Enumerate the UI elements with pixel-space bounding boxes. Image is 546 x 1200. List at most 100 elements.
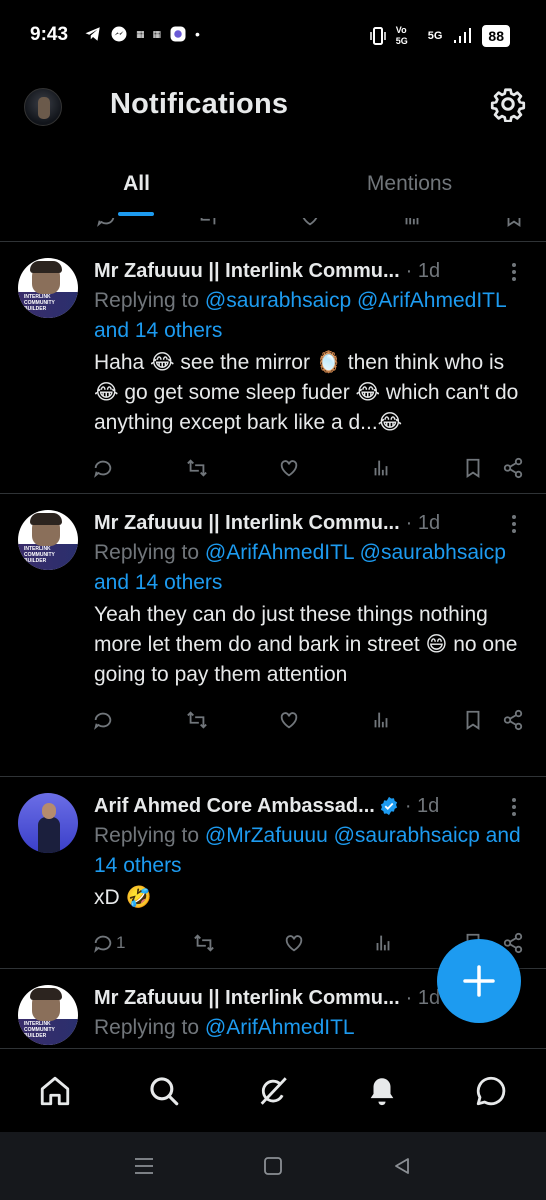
replying-to-prefix: Replying to (94, 1016, 205, 1039)
bookmark-button[interactable] (462, 457, 484, 479)
nav-search[interactable] (142, 1069, 186, 1113)
back-button[interactable] (390, 1154, 414, 1178)
avatar-badge-text: INTERLINK COMMUNITY BUILDER (24, 294, 55, 312)
tab-all[interactable]: All (0, 150, 273, 218)
views-icon (374, 460, 388, 476)
bookmark-icon (466, 458, 480, 478)
replying-to: Replying to @saurabhsaicp @ArifAhmedITL … (94, 286, 530, 346)
compose-button[interactable] (437, 939, 521, 1023)
notification-tabs: All Mentions (0, 150, 546, 218)
repost-button[interactable] (186, 709, 208, 731)
avatar-badge-text: INTERLINK COMMUNITY BUILDER (24, 546, 55, 564)
like-button[interactable] (278, 457, 300, 479)
reply-button[interactable]: 1 (92, 932, 125, 954)
chat-icon (477, 1076, 506, 1105)
news-app-icon: ▦ (136, 28, 145, 39)
reply-button[interactable] (92, 457, 116, 479)
menu-icon (135, 1158, 154, 1174)
nav-home[interactable] (33, 1069, 77, 1113)
reply-mentions[interactable]: @ArifAhmedITL (205, 1016, 355, 1039)
views-icon (376, 935, 390, 951)
repost-button[interactable] (186, 457, 208, 479)
status-system-icons: Vo 5G 5G 88 (369, 25, 510, 47)
bottom-navigation (0, 1048, 546, 1132)
reply-others[interactable]: and 14 others (94, 319, 222, 342)
share-button[interactable] (502, 457, 524, 479)
avatar[interactable] (18, 793, 78, 853)
reply-mentions[interactable]: @ArifAhmedITL @saurabhsaicp (205, 541, 506, 564)
like-button[interactable] (283, 932, 305, 954)
heart-icon (280, 712, 298, 729)
repost-icon (187, 711, 207, 729)
author-name[interactable]: Arif Ahmed Core Ambassad... (94, 795, 375, 818)
notifications-feed[interactable]: INTERLINK COMMUNITY BUILDER Mr Zafuuuu |… (0, 218, 546, 1048)
author-name[interactable]: Mr Zafuuuu || Interlink Commu... (94, 512, 400, 535)
like-icon[interactable] (299, 218, 321, 228)
signal-icon (454, 28, 472, 43)
notification-post[interactable]: INTERLINK COMMUNITY BUILDER Mr Zafuuuu |… (0, 242, 546, 494)
telegram-icon (85, 27, 100, 41)
reply-icon[interactable] (95, 218, 117, 228)
replying-to: Replying to @ArifAhmedITL @saurabhsaicp … (94, 538, 530, 598)
gear-icon[interactable] (490, 86, 526, 122)
reply-mentions[interactable]: @MrZafuuuu @saurabhsaicp (205, 824, 480, 847)
like-button[interactable] (278, 709, 300, 731)
active-tab-indicator (118, 212, 154, 216)
post-actions (92, 438, 524, 498)
bookmark-button[interactable] (462, 709, 484, 731)
post-header: Mr Zafuuuu || Interlink Commu... · 1d (94, 256, 530, 286)
bookmark-icon[interactable] (503, 218, 525, 228)
vibrate-icon (369, 27, 386, 45)
reply-button[interactable] (92, 709, 116, 731)
recent-apps-button[interactable] (132, 1154, 156, 1178)
author-name[interactable]: Mr Zafuuuu || Interlink Commu... (94, 987, 400, 1010)
repost-icon[interactable] (197, 218, 219, 228)
volte-indicator: Vo 5G (395, 25, 408, 46)
square-icon (264, 1157, 282, 1175)
more-options-icon[interactable] (504, 260, 524, 284)
post-text: Haha 😂 see the mirror 🪞 then think who i… (94, 351, 519, 434)
repost-button[interactable] (193, 932, 215, 954)
share-button[interactable] (502, 709, 524, 731)
views-icon[interactable] (401, 218, 423, 228)
status-time: 9:43 (30, 24, 69, 45)
views-button[interactable] (370, 457, 392, 479)
more-notifications-dot: • (195, 26, 200, 42)
avatar[interactable]: INTERLINK COMMUNITY BUILDER (18, 258, 78, 318)
grok-icon (260, 1076, 287, 1105)
author-name[interactable]: Mr Zafuuuu || Interlink Commu... (94, 260, 400, 283)
tab-all-label: All (123, 172, 150, 195)
reply-icon (94, 712, 112, 730)
nav-messages[interactable] (469, 1069, 513, 1113)
home-button[interactable] (261, 1154, 285, 1178)
profile-avatar[interactable] (24, 88, 62, 126)
repost-icon (187, 459, 207, 477)
more-options-icon[interactable] (504, 512, 524, 536)
nav-notifications[interactable] (360, 1069, 404, 1113)
previous-post-actions (0, 218, 546, 242)
app-icon (170, 26, 186, 42)
nav-grok[interactable] (251, 1069, 295, 1113)
reply-others[interactable]: and 14 others (94, 571, 222, 594)
views-button[interactable] (372, 932, 394, 954)
replying-to-prefix: Replying to (94, 824, 205, 847)
avatar[interactable]: INTERLINK COMMUNITY BUILDER (18, 510, 78, 570)
tab-mentions-label: Mentions (366, 172, 453, 195)
replying-to: Replying to @MrZafuuuu @saurabhsaicp and… (94, 821, 530, 881)
top-header: Notifications (0, 72, 546, 142)
tab-mentions[interactable]: Mentions (273, 150, 546, 218)
views-button[interactable] (370, 709, 392, 731)
back-triangle-icon (394, 1158, 409, 1174)
reply-mentions[interactable]: @saurabhsaicp @ArifAhmedITL (205, 289, 506, 312)
battery-indicator: 88 (482, 25, 510, 47)
reply-icon (94, 460, 112, 478)
heart-icon (285, 935, 302, 952)
notification-post[interactable]: INTERLINK COMMUNITY BUILDER Mr Zafuuuu |… (0, 494, 546, 777)
avatar[interactable]: INTERLINK COMMUNITY BUILDER (18, 985, 78, 1045)
system-navigation (0, 1132, 546, 1200)
post-time: · 1d (405, 511, 441, 534)
more-options-icon[interactable] (504, 795, 524, 819)
status-notification-icons: ▦ ▦ • (84, 25, 200, 43)
post-time: · 1d (405, 986, 441, 1009)
bookmark-icon (466, 710, 480, 730)
